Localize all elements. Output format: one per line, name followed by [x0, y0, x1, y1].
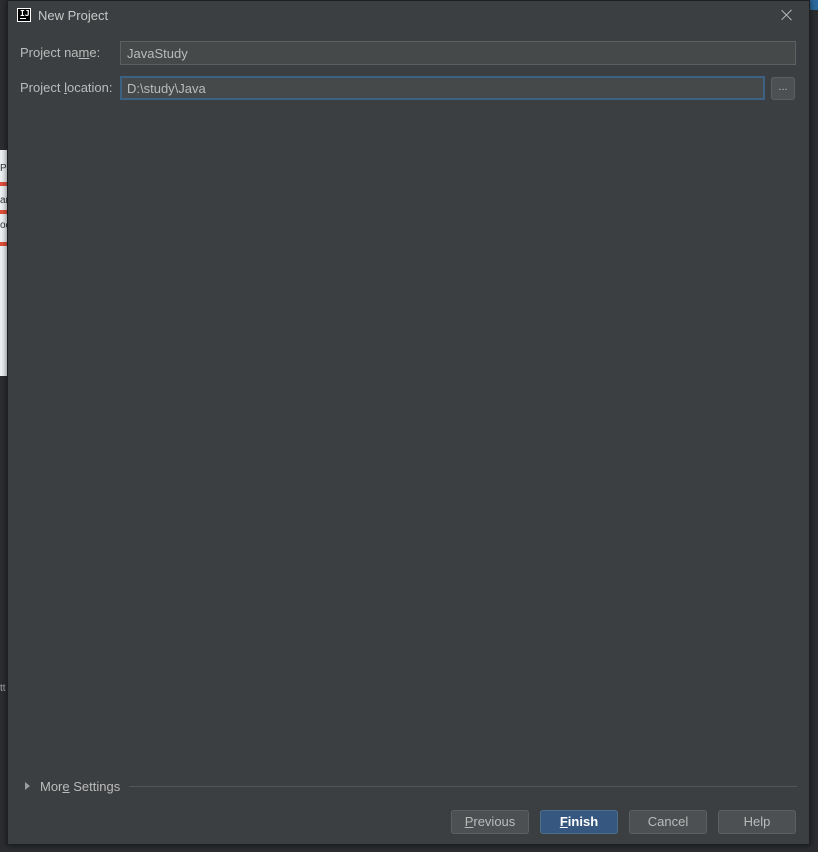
- expand-triangle-icon: [25, 782, 30, 790]
- project-location-label: Project location:: [20, 80, 113, 95]
- more-settings-toggle[interactable]: More Settings: [25, 777, 120, 795]
- background-window-edge: [810, 0, 818, 10]
- new-project-dialog: IJ New Project Project name: Project loc…: [7, 0, 810, 845]
- browse-location-button[interactable]: ...: [771, 77, 795, 100]
- project-name-label: Project name:: [20, 45, 101, 60]
- more-settings-divider: [129, 786, 797, 787]
- project-name-input[interactable]: [120, 41, 796, 65]
- more-settings-label: More Settings: [40, 778, 121, 794]
- close-icon[interactable]: [779, 7, 795, 23]
- previous-button[interactable]: Previous: [451, 810, 529, 834]
- background-text-fragment: tt: [0, 683, 6, 694]
- help-button[interactable]: Help: [718, 810, 796, 834]
- dialog-title: New Project: [38, 8, 109, 23]
- cancel-button[interactable]: Cancel: [629, 810, 707, 834]
- finish-button[interactable]: Finish: [540, 810, 618, 834]
- dialog-titlebar[interactable]: IJ New Project: [8, 1, 809, 31]
- project-location-input[interactable]: [120, 76, 765, 100]
- intellij-app-icon: IJ: [17, 8, 31, 22]
